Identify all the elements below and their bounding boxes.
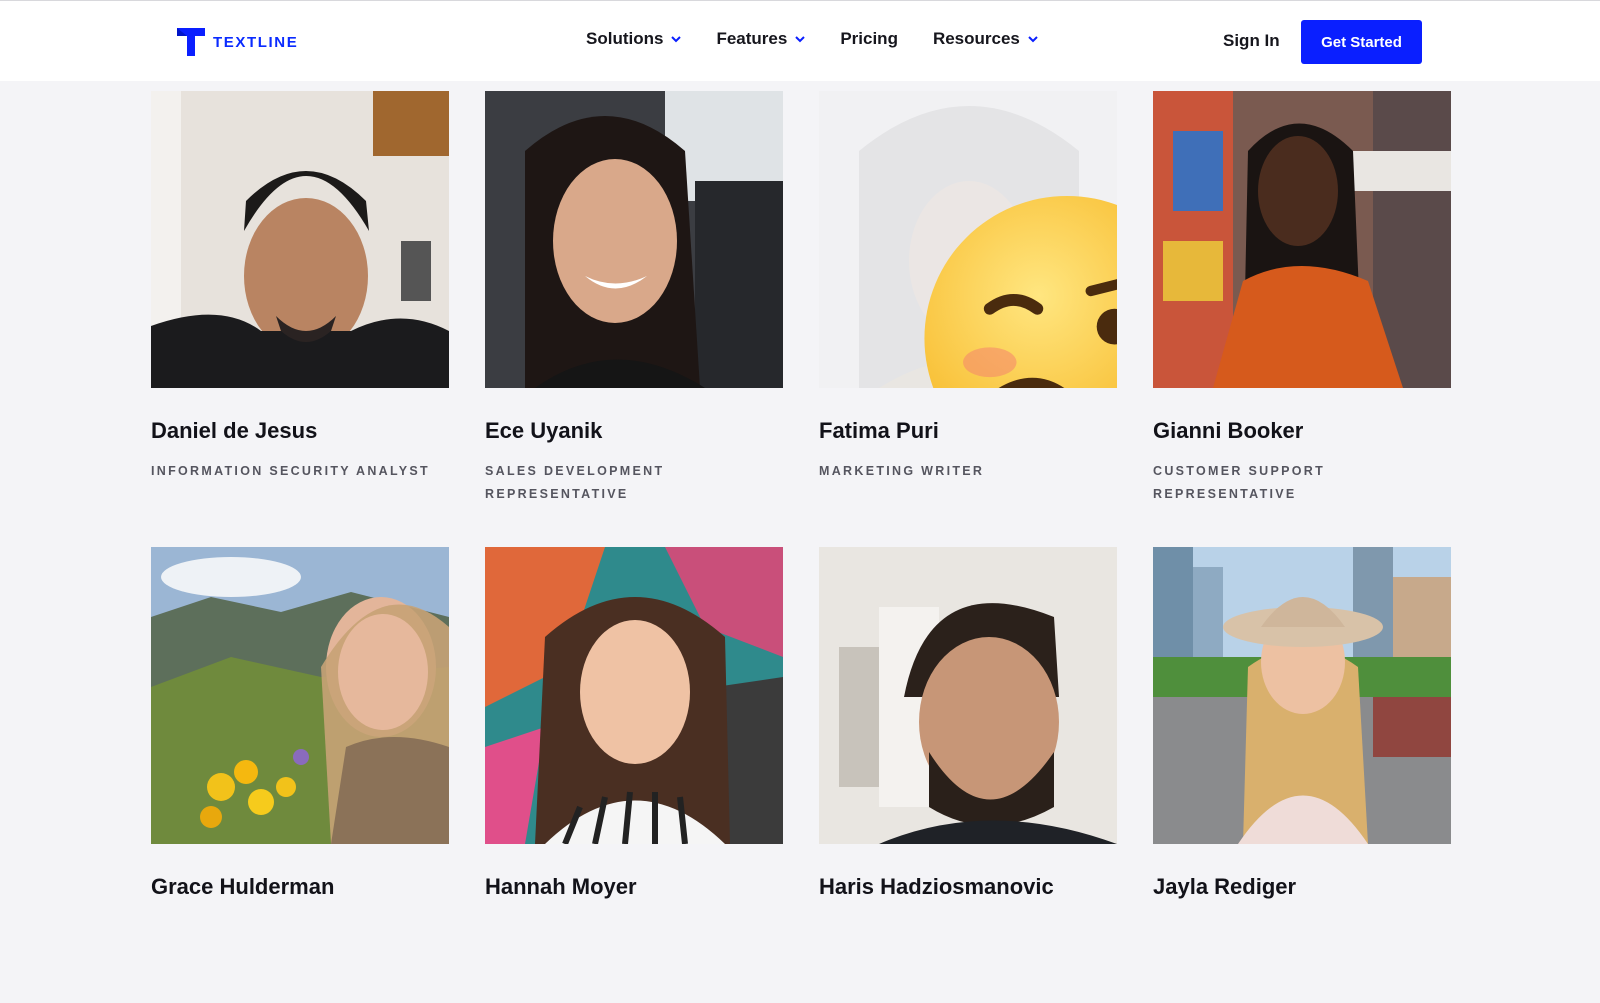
main-nav: Solutions Features Pricing Resources bbox=[586, 29, 1038, 49]
team-member-name: Grace Hulderman bbox=[151, 874, 335, 899]
team-member-photo bbox=[485, 91, 783, 388]
nav-pricing-label: Pricing bbox=[840, 29, 898, 48]
textline-logo-icon bbox=[177, 28, 205, 56]
team-member-name: Ece Uyanik bbox=[485, 418, 603, 443]
chevron-down-icon bbox=[671, 35, 682, 42]
portrait-image bbox=[819, 547, 1117, 844]
team-member-role: MARKETING WRITER bbox=[819, 464, 985, 478]
team-member-role: CUSTOMER SUPPORT REPRESENTATIVE bbox=[1153, 464, 1325, 501]
nav-features-label: Features bbox=[716, 29, 788, 48]
nav-resources[interactable]: Resources bbox=[933, 29, 1038, 49]
team-member-photo bbox=[151, 547, 449, 844]
team-member-photo bbox=[485, 547, 783, 844]
portrait-image bbox=[1153, 91, 1451, 388]
team-member-name: Gianni Booker bbox=[1153, 418, 1304, 443]
nav-pricing[interactable]: Pricing bbox=[840, 29, 898, 49]
nav-features[interactable]: Features bbox=[716, 29, 806, 49]
logo-wordmark: TEXTLINE bbox=[213, 33, 299, 51]
nav-solutions-label: Solutions bbox=[586, 29, 664, 48]
team-member-name: Haris Hadziosmanovic bbox=[819, 874, 1054, 899]
portrait-image bbox=[485, 547, 783, 844]
team-member-role: SALES DEVELOPMENT REPRESENTATIVE bbox=[485, 464, 665, 501]
team-member-name: Jayla Rediger bbox=[1153, 874, 1297, 899]
team-member-card: Gianni Booker CUSTOMER SUPPORT REPRESENT… bbox=[1153, 91, 1451, 547]
team-member-name: Fatima Puri bbox=[819, 418, 939, 443]
team-member-photo bbox=[819, 547, 1117, 844]
team-member-card: Daniel de Jesus INFORMATION SECURITY ANA… bbox=[151, 91, 449, 547]
team-member-role: INFORMATION SECURITY ANALYST bbox=[151, 464, 430, 478]
team-member-name: Daniel de Jesus bbox=[151, 418, 318, 443]
team-member-card: Grace Hulderman bbox=[151, 547, 449, 1003]
team-member-name: Hannah Moyer bbox=[485, 874, 637, 899]
nav-resources-label: Resources bbox=[932, 29, 1020, 48]
team-member-photo bbox=[819, 91, 1117, 388]
team-grid: Daniel de Jesus INFORMATION SECURITY ANA… bbox=[151, 91, 1451, 1003]
team-member-card: Haris Hadziosmanovic bbox=[819, 547, 1117, 1003]
team-member-photo bbox=[1153, 91, 1451, 388]
nav-solutions[interactable]: Solutions bbox=[586, 29, 682, 49]
portrait-image bbox=[151, 547, 449, 844]
chevron-down-icon bbox=[1028, 35, 1038, 42]
team-member-photo bbox=[151, 91, 449, 388]
top-navigation-bar: TEXTLINE Solutions Features Pricing Reso… bbox=[0, 0, 1600, 81]
portrait-image bbox=[485, 91, 783, 388]
get-started-button[interactable]: Get Started bbox=[1301, 20, 1422, 64]
team-member-card: Hannah Moyer bbox=[485, 547, 783, 1003]
portrait-image bbox=[1153, 547, 1451, 844]
team-member-photo bbox=[1153, 547, 1451, 844]
chevron-down-icon bbox=[795, 35, 806, 42]
textline-logo[interactable]: TEXTLINE bbox=[177, 27, 298, 57]
woozy-face-icon bbox=[924, 195, 1117, 388]
team-member-card: Ece Uyanik SALES DEVELOPMENT REPRESENTAT… bbox=[485, 91, 783, 547]
team-member-card: Fatima Puri MARKETING WRITER bbox=[819, 91, 1117, 547]
portrait-image bbox=[151, 91, 449, 388]
sign-in-link[interactable]: Sign In bbox=[1223, 31, 1280, 51]
team-member-card: Jayla Rediger bbox=[1153, 547, 1451, 1003]
